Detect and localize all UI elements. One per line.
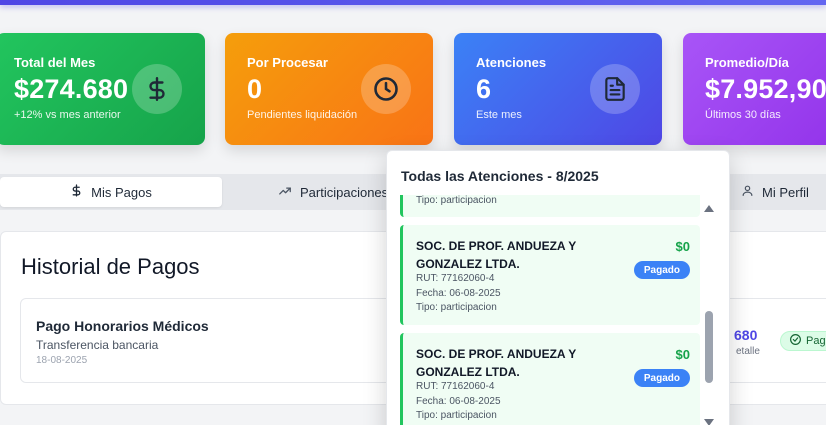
- payment-method: Transferencia bancaria: [36, 338, 159, 352]
- payment-date: 18-08-2025: [36, 355, 88, 366]
- section-title: Historial de Pagos: [21, 254, 200, 279]
- item-fecha: Fecha: 06-08-2025: [416, 396, 501, 407]
- scrollbar[interactable]: [704, 205, 714, 425]
- list-item[interactable]: SOC. DE PROF. ANDUEZA Y GONZALEZ LTDA. R…: [400, 225, 700, 325]
- stat-card-total-mes: Total del Mes $274.680 +12% vs mes anter…: [0, 33, 205, 145]
- status-badge: Paga: [780, 331, 826, 351]
- check-circle-icon: [789, 333, 802, 349]
- item-fecha: Fecha: 06-08-2025: [416, 288, 501, 299]
- item-name: SOC. DE PROF. ANDUEZA Y GONZALEZ LTDA.: [416, 347, 577, 379]
- top-accent-bar: [0, 0, 826, 5]
- dollar-icon: [132, 64, 182, 114]
- status-label: Paga: [806, 335, 826, 347]
- stat-sub: Últimos 30 días: [705, 109, 781, 121]
- trend-up-icon: [278, 184, 292, 201]
- clock-icon: [361, 64, 411, 114]
- tab-label: Mi Perfil: [762, 184, 809, 200]
- tab-participaciones[interactable]: Participaciones: [278, 177, 388, 207]
- item-rut: RUT: 77162060-4: [416, 381, 495, 392]
- payment-title: Pago Honorarios Médicos: [36, 318, 209, 334]
- stat-card-por-procesar: Por Procesar 0 Pendientes liquidación: [225, 33, 433, 145]
- item-tipo: Tipo: participacion: [416, 410, 497, 421]
- scroll-up-arrow-icon[interactable]: [704, 205, 714, 212]
- list-item[interactable]: SOC. DE PROF. ANDUEZA Y GONZALEZ LTDA. R…: [400, 333, 700, 425]
- stat-card-promedio-dia: Promedio/Día $7.952,90 Últimos 30 días: [683, 33, 826, 145]
- tab-mi-perfil[interactable]: Mi Perfil: [741, 177, 809, 207]
- payment-detail-link[interactable]: etalle: [736, 346, 760, 357]
- user-icon: [741, 184, 754, 200]
- tab-label: Participaciones: [300, 184, 389, 200]
- tab-label: Mis Pagos: [91, 184, 152, 200]
- popup-title: Todas las Atenciones - 8/2025: [401, 168, 599, 184]
- list-item[interactable]: Tipo: participacion: [400, 195, 700, 217]
- tab-mis-pagos[interactable]: Mis Pagos: [0, 177, 222, 207]
- item-tipo: Tipo: participacion: [416, 195, 497, 206]
- status-badge: Pagado: [633, 369, 690, 387]
- document-icon: [590, 64, 640, 114]
- item-tipo: Tipo: participacion: [416, 302, 497, 313]
- stat-value: $7.952,90: [705, 74, 826, 104]
- attentions-popup: Todas las Atenciones - 8/2025 Tipo: part…: [386, 150, 730, 425]
- scroll-down-arrow-icon[interactable]: [704, 419, 714, 425]
- stat-label: Promedio/Día: [705, 55, 789, 70]
- payment-amount: 680: [734, 327, 758, 343]
- stat-card-atenciones: Atenciones 6 Este mes: [454, 33, 662, 145]
- item-amount: $0: [675, 239, 690, 254]
- item-rut: RUT: 77162060-4: [416, 273, 495, 284]
- status-badge: Pagado: [633, 261, 690, 279]
- item-name: SOC. DE PROF. ANDUEZA Y GONZALEZ LTDA.: [416, 239, 577, 271]
- item-amount: $0: [675, 347, 690, 362]
- scrollbar-thumb[interactable]: [705, 311, 713, 383]
- attentions-list[interactable]: Tipo: participacion SOC. DE PROF. ANDUEZ…: [387, 195, 729, 425]
- dollar-icon: [70, 184, 83, 200]
